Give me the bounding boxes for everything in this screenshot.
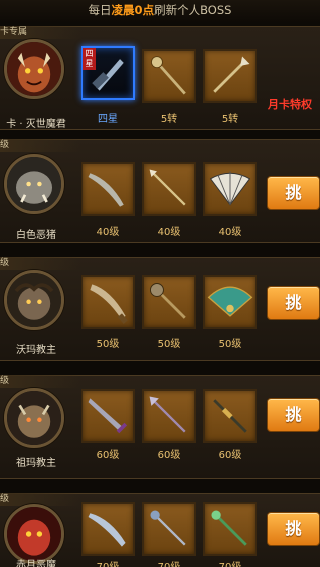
sword-icon (88, 398, 128, 434)
challenge-button-2[interactable]: 挑 (267, 176, 320, 210)
reward-slot-5-1[interactable] (81, 502, 135, 556)
row-header: 级 (0, 139, 80, 152)
saber-icon (90, 284, 128, 324)
spear-icon (149, 169, 186, 206)
spear-icon (150, 510, 186, 546)
boss-portrait-5[interactable] (4, 504, 64, 564)
jade-staff-icon (211, 510, 247, 546)
boss-row-5: 级 赤月恶魔 70级 70级 70级 挑 (0, 493, 320, 567)
reward-label: 70级 (139, 558, 199, 567)
boss-name-2: 白色恶猪 (16, 230, 56, 241)
boss-portrait-1[interactable] (4, 39, 64, 99)
reward-slot-1-3[interactable] (203, 49, 257, 103)
red-moon-demon-icon (7, 507, 61, 561)
reward-label: 40级 (157, 227, 181, 238)
boss-portrait-4[interactable] (4, 388, 64, 448)
reward-slot-2-3[interactable] (203, 162, 257, 216)
boss-name-4: 祖玛教主 (16, 458, 56, 469)
reward-slot-3-3[interactable] (203, 275, 257, 329)
reward-label: 50级 (157, 339, 181, 350)
refresh-time: 凌晨0点 (111, 3, 155, 17)
reward-slot-1-2[interactable] (142, 49, 196, 103)
demon-lord-icon (7, 42, 61, 96)
challenge-button-4[interactable]: 挑 (267, 398, 320, 432)
reward-slot-3-2[interactable] (142, 275, 196, 329)
blade-icon (88, 173, 124, 207)
boss-portrait-3[interactable] (4, 270, 64, 330)
reward-label: 70级 (200, 558, 260, 567)
reward-slot-2-1[interactable] (81, 162, 135, 216)
reward-slot-1-1[interactable]: 四星 (81, 46, 135, 100)
spear-icon (213, 56, 250, 93)
fan-icon (209, 171, 251, 206)
reward-slot-5-3[interactable] (203, 502, 257, 556)
reward-label: 四星 (98, 114, 118, 125)
row-header: 级 (0, 257, 80, 270)
mace-icon (150, 283, 186, 319)
staff-icon (150, 56, 186, 95)
reward-label: 5转 (221, 114, 239, 125)
reward-slot-4-2[interactable] (142, 389, 196, 443)
reward-label: 60级 (157, 450, 181, 461)
reward-label: 50级 (218, 339, 242, 350)
boss-portrait-2[interactable] (4, 154, 64, 214)
boss-name-3: 沃玛教主 (16, 345, 56, 356)
reward-slot-4-1[interactable] (81, 389, 135, 443)
boss-name-5: 赤月恶魔 (16, 560, 56, 567)
refresh-suffix: 刷新个人BOSS (154, 3, 232, 17)
reward-label: 70级 (78, 558, 138, 567)
reward-slot-2-2[interactable] (142, 162, 196, 216)
feather-fan-icon (207, 286, 253, 317)
reward-label: 60级 (218, 450, 242, 461)
reward-slot-3-1[interactable] (81, 275, 135, 329)
zuma-cultist-icon (7, 391, 61, 445)
row-header: 级 (0, 375, 80, 388)
boar-icon (7, 157, 61, 211)
boss-row-3: 级 沃玛教主 50级 50级 50级 挑 (0, 257, 320, 361)
spear-icon (149, 396, 186, 433)
star-badge: 四星 (83, 48, 96, 70)
monthly-card-privilege: 月卡特权 (268, 98, 312, 111)
boss-name-1: 卡 · 灭世魔君 (6, 119, 66, 130)
boss-row-2: 级 白色恶猪 40级 40级 40级 挑 (0, 139, 320, 243)
reward-label: 60级 (96, 450, 120, 461)
boss-row-1: 卡专属 卡 · 灭世魔君 四星 四星 5转 5转 月卡特权 (0, 26, 320, 130)
boss-row-4: 级 祖玛教主 60级 60级 60级 挑 (0, 375, 320, 479)
row-header: 卡专属 (0, 26, 80, 39)
refresh-notice: 每日凌晨0点刷新个人BOSS (0, 0, 320, 22)
reward-slot-5-2[interactable] (142, 502, 196, 556)
reward-slot-4-3[interactable] (203, 389, 257, 443)
reward-label: 50级 (96, 339, 120, 350)
blade-icon (88, 513, 126, 547)
staff-icon (213, 399, 247, 433)
refresh-prefix: 每日 (88, 3, 112, 17)
woma-cultist-icon (7, 273, 61, 327)
reward-label: 40级 (96, 227, 120, 238)
reward-label: 40级 (218, 227, 242, 238)
reward-label: 5转 (160, 114, 178, 125)
challenge-button-3[interactable]: 挑 (267, 286, 320, 320)
challenge-button-5[interactable]: 挑 (267, 512, 320, 546)
